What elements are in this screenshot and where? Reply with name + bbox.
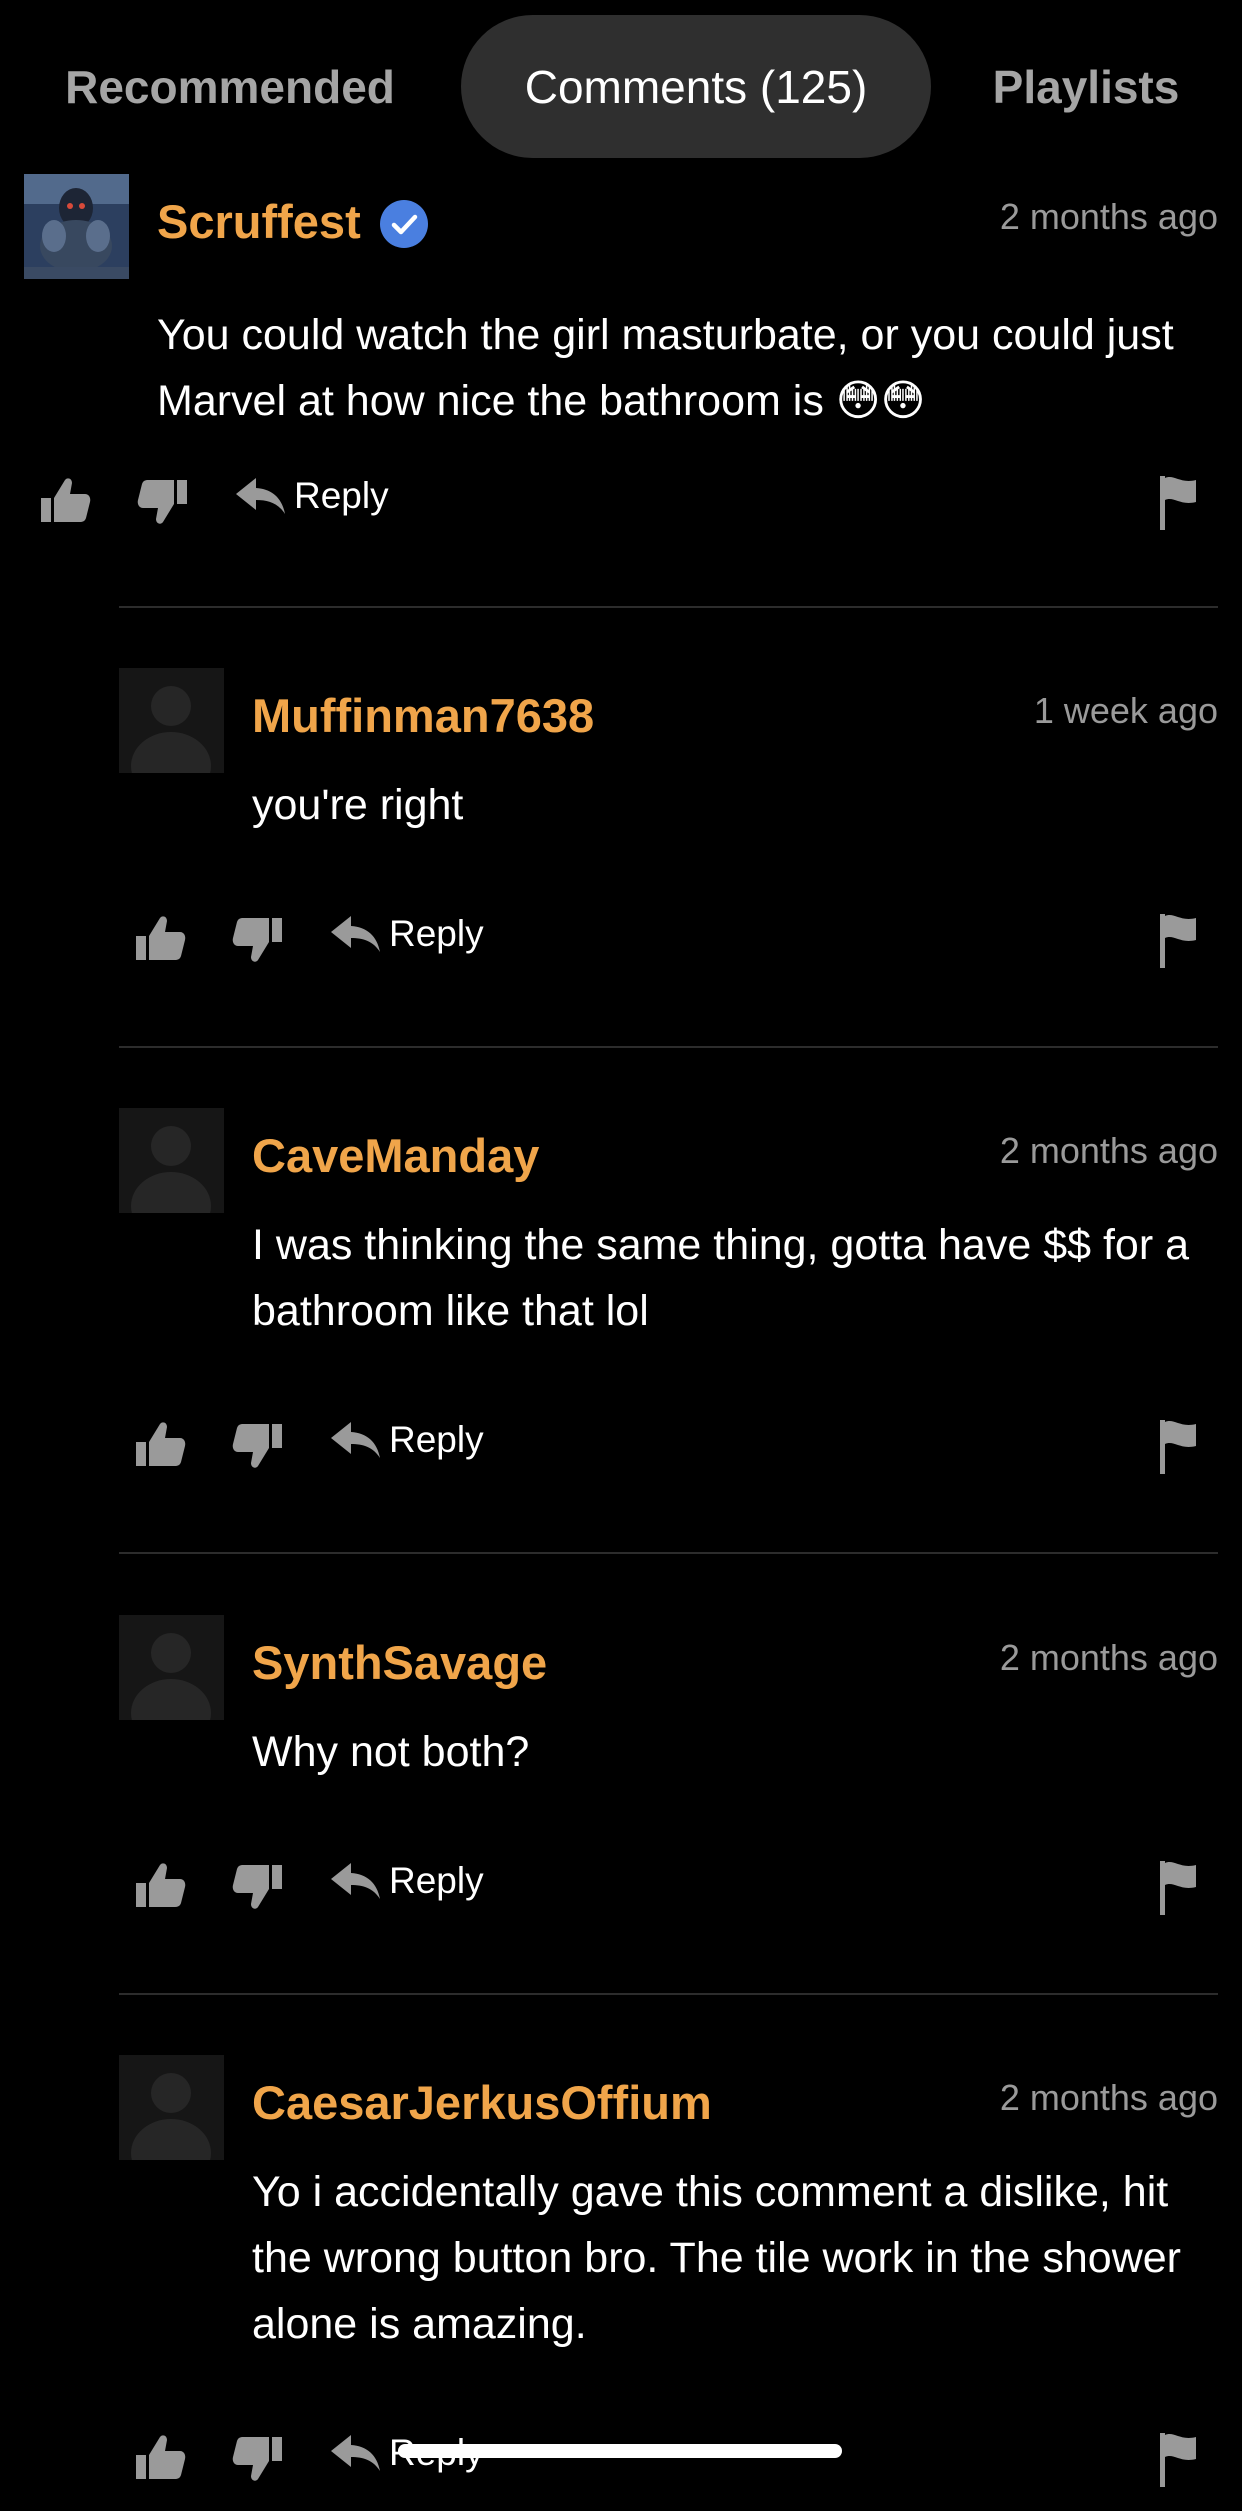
avatar[interactable] (119, 1615, 224, 1720)
comment-actions: Reply (119, 1859, 1218, 1939)
report-button[interactable] (1158, 1859, 1198, 1915)
tab-playlists[interactable]: Playlists (960, 15, 1212, 158)
comment-timestamp: 2 months ago (999, 1637, 1218, 1678)
username-text: Scruffest (157, 195, 361, 248)
comment-text: You could watch the girl masturbate, or … (157, 311, 1174, 425)
dislike-button[interactable] (231, 1418, 285, 1472)
comment-actions: Reply (119, 2431, 1218, 2511)
comment-text: I was thinking the same thing, gotta hav… (252, 1221, 1190, 1335)
username-text: Muffinman7638 (252, 689, 595, 742)
username-text: CaesarJerkusOffium (252, 2076, 712, 2129)
avatar[interactable] (119, 2055, 224, 2160)
report-button[interactable] (1158, 1418, 1198, 1474)
reply-arrow-icon (236, 478, 285, 514)
avatar-image (24, 174, 129, 267)
comment-text: Yo i accidentally gave this comment a di… (252, 2168, 1181, 2348)
dislike-button[interactable] (231, 912, 285, 966)
verified-badge-icon (379, 199, 429, 249)
reply-label: Reply (389, 1419, 484, 1460)
reply-label: Reply (389, 913, 484, 954)
comment-timestamp: 2 months ago (999, 2077, 1218, 2118)
comment-tabs: Recommended Comments (125) Playlists (0, 0, 1242, 170)
home-indicator[interactable] (398, 2444, 842, 2458)
thumbs-up-icon (41, 478, 91, 522)
reply-arrow-icon (331, 916, 380, 952)
comment-timestamp: 2 months ago (999, 1130, 1218, 1171)
divider (119, 1046, 1218, 1048)
divider (119, 606, 1218, 608)
flag-icon (1160, 1861, 1196, 1915)
default-avatar-icon (119, 1615, 224, 1720)
thumbs-up-icon (136, 1422, 186, 1466)
dislike-button[interactable] (231, 2431, 285, 2485)
reply-button[interactable]: Reply (329, 912, 484, 956)
thumbs-up-icon (136, 1863, 186, 1907)
tab-recommended[interactable]: Recommended (30, 15, 430, 158)
thumbs-up-icon (136, 916, 186, 960)
reply-button[interactable]: Reply (329, 1418, 484, 1462)
comment-actions: Reply (119, 912, 1218, 992)
username[interactable]: CaveManday (252, 1128, 539, 1183)
like-button[interactable] (133, 912, 187, 966)
dislike-button[interactable] (231, 1859, 285, 1913)
default-avatar-icon (119, 2055, 224, 2160)
thumbs-down-icon (232, 918, 282, 962)
flag-icon (1160, 914, 1196, 968)
username-text: SynthSavage (252, 1636, 548, 1689)
default-avatar-icon (119, 1108, 224, 1213)
reply-button[interactable]: Reply (329, 1859, 484, 1903)
like-button[interactable] (133, 2431, 187, 2485)
thumbs-down-icon (137, 480, 187, 524)
default-avatar-icon (119, 668, 224, 773)
report-button[interactable] (1158, 474, 1198, 530)
comment-actions: Reply (24, 474, 1218, 554)
comment-actions: Reply (119, 1418, 1218, 1498)
comment-text: you're right (252, 781, 464, 829)
report-button[interactable] (1158, 912, 1198, 968)
like-button[interactable] (38, 474, 92, 528)
tab-comments[interactable]: Comments (125) (461, 15, 931, 158)
report-button[interactable] (1158, 2431, 1198, 2487)
thumbs-down-icon (232, 1424, 282, 1468)
avatar[interactable] (119, 668, 224, 773)
thumbs-up-icon (136, 2435, 186, 2479)
comment-timestamp: 1 week ago (1033, 690, 1218, 731)
divider (119, 1552, 1218, 1554)
username[interactable]: Muffinman7638 (252, 688, 594, 743)
flag-icon (1160, 476, 1196, 530)
dislike-button[interactable] (136, 474, 190, 528)
like-button[interactable] (133, 1418, 187, 1472)
thumbs-down-icon (232, 1865, 282, 1909)
reply-button[interactable]: Reply (234, 474, 389, 518)
reply-arrow-icon (331, 1863, 380, 1899)
username[interactable]: CaesarJerkusOffium (252, 2075, 712, 2130)
reply-label: Reply (294, 475, 389, 516)
comment-timestamp: 2 months ago (999, 196, 1218, 237)
flag-icon (1160, 1420, 1196, 1474)
reply-arrow-icon (331, 1422, 380, 1458)
comment-text: Why not both? (252, 1728, 530, 1776)
avatar[interactable] (119, 1108, 224, 1213)
thumbs-down-icon (232, 2437, 282, 2481)
username[interactable]: SynthSavage (252, 1635, 547, 1690)
username[interactable]: Scruffest (157, 194, 429, 249)
avatar[interactable] (24, 174, 129, 279)
divider (119, 1993, 1218, 1995)
reply-label: Reply (389, 1860, 484, 1901)
username-text: CaveManday (252, 1129, 540, 1182)
reply-arrow-icon (331, 2435, 380, 2471)
like-button[interactable] (133, 1859, 187, 1913)
flag-icon (1160, 2433, 1196, 2487)
